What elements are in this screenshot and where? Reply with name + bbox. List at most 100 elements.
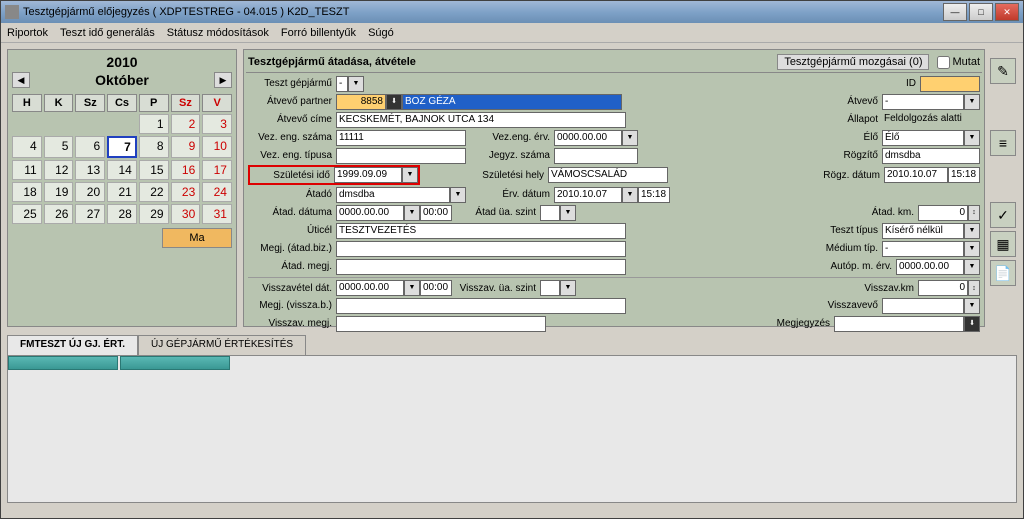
dropdown-icon[interactable]: ▼ [404, 280, 420, 296]
vez-eng-tipusa-field[interactable] [336, 148, 466, 164]
calendar-day[interactable]: 4 [12, 136, 42, 158]
dropdown-icon[interactable]: ▼ [622, 130, 638, 146]
calendar-day[interactable]: 13 [75, 160, 105, 180]
dropdown-icon[interactable]: ▼ [402, 167, 418, 183]
visszav-megj-field[interactable] [336, 316, 546, 332]
minimize-button[interactable]: — [943, 3, 967, 21]
szuletesi-hely-field[interactable]: VÁMOSCSALÁD [548, 167, 668, 183]
dropdown-icon[interactable]: ▼ [450, 187, 466, 203]
calendar-day[interactable]: 14 [107, 160, 137, 180]
tab-uj-gepjarmu[interactable]: ÚJ GÉPJÁRMŰ ÉRTÉKESÍTÉS [138, 335, 306, 355]
today-button[interactable]: Ma [162, 228, 232, 248]
atad-datuma-time[interactable]: 00:00 [420, 205, 452, 221]
atvevo-cime-field[interactable]: KECSKEMÉT, BAJNOK UTCA 134 [336, 112, 626, 128]
szuletesi-ido-field[interactable]: 1999.09.09 [334, 167, 402, 183]
calendar-day[interactable]: 20 [75, 182, 105, 202]
check-icon[interactable]: ✓ [990, 202, 1016, 228]
calendar-day[interactable]: 10 [202, 136, 232, 158]
calendar-day[interactable]: 6 [75, 136, 105, 158]
calendar-day[interactable]: 11 [12, 160, 42, 180]
atvevo-field[interactable]: - [882, 94, 964, 110]
dropdown-icon[interactable]: ▼ [560, 280, 576, 296]
calendar-day[interactable]: 24 [202, 182, 232, 202]
calendar-day-selected[interactable]: 7 [107, 136, 137, 158]
calendar-day[interactable]: 28 [107, 204, 137, 224]
calendar-day[interactable]: 22 [139, 182, 169, 202]
calendar-day[interactable]: 30 [171, 204, 201, 224]
megjegyzes-field[interactable] [834, 316, 964, 332]
calendar-day[interactable]: 16 [171, 160, 201, 180]
calendar-day[interactable]: 9 [171, 136, 201, 158]
mutat-checkbox[interactable] [937, 56, 950, 69]
calendar-day[interactable]: 23 [171, 182, 201, 202]
menu-statusz[interactable]: Státusz módosítások [167, 27, 269, 39]
calendar-day[interactable]: 27 [75, 204, 105, 224]
calendar-day[interactable]: 3 [202, 114, 232, 134]
dropdown-icon[interactable]: ▼ [964, 259, 980, 275]
calendar-day[interactable]: 21 [107, 182, 137, 202]
calendar-day[interactable]: 18 [12, 182, 42, 202]
teszt-gepjarmu-field[interactable]: - [336, 76, 348, 92]
document-icon[interactable]: 📄 [990, 260, 1016, 286]
dropdown-icon[interactable]: ▼ [560, 205, 576, 221]
elo-field[interactable]: Élő [882, 130, 964, 146]
list-icon[interactable]: ≡ [990, 130, 1016, 156]
calendar-day[interactable]: 26 [44, 204, 74, 224]
grid-icon[interactable]: ▦ [990, 231, 1016, 257]
teszt-tipus-field[interactable]: Kísérő nélkül [882, 223, 964, 239]
calendar-day[interactable]: 25 [12, 204, 42, 224]
atad-megj-field[interactable] [336, 259, 626, 275]
megjegyzes-expand-icon[interactable]: ⬇ [964, 316, 980, 332]
next-month-button[interactable]: ▶ [214, 72, 232, 88]
calendar-day[interactable]: 1 [139, 114, 169, 134]
atado-field[interactable]: dmsdba [336, 187, 450, 203]
vez-eng-szama-field[interactable]: 11111 [336, 130, 466, 146]
movements-button[interactable]: Tesztgépjármű mozgásai (0) [777, 54, 929, 70]
calendar-day[interactable]: 29 [139, 204, 169, 224]
maximize-button[interactable]: □ [969, 3, 993, 21]
visszav-ua-szint-field[interactable] [540, 280, 560, 296]
prev-month-button[interactable]: ◀ [12, 72, 30, 88]
menu-riportok[interactable]: Riportok [7, 27, 48, 39]
visszavevo-field[interactable] [882, 298, 964, 314]
dropdown-icon[interactable]: ▼ [964, 241, 980, 257]
atvevo-partner-name[interactable]: BOZ GÉZA [402, 94, 622, 110]
menu-sugo[interactable]: Súgó [368, 27, 394, 39]
atad-ua-szint-field[interactable] [540, 205, 560, 221]
medium-tip-field[interactable]: - [882, 241, 964, 257]
dropdown-icon[interactable]: ▼ [964, 130, 980, 146]
calendar-day[interactable]: 8 [139, 136, 169, 158]
calendar-day[interactable]: 15 [139, 160, 169, 180]
close-button[interactable]: ✕ [995, 3, 1019, 21]
atad-km-field[interactable]: 0 [918, 205, 968, 221]
atad-datuma-date[interactable]: 0000.00.00 [336, 205, 404, 221]
megj-atad-biz-field[interactable] [336, 241, 626, 257]
visszav-km-field[interactable]: 0 [918, 280, 968, 296]
dropdown-icon[interactable]: ▼ [964, 94, 980, 110]
menu-teszt-ido[interactable]: Teszt idő generálás [60, 27, 155, 39]
dropdown-icon[interactable]: ▼ [964, 223, 980, 239]
dropdown-icon[interactable]: ▼ [348, 76, 364, 92]
calendar-day[interactable]: 19 [44, 182, 74, 202]
dropdown-icon[interactable]: ▼ [404, 205, 420, 221]
vez-eng-erv-field[interactable]: 0000.00.00 [554, 130, 622, 146]
tab-fmteszt[interactable]: FMTESZT ÚJ GJ. ÉRT. [7, 335, 138, 355]
calendar-day[interactable]: 17 [202, 160, 232, 180]
spinner-icon[interactable]: ↕ [968, 205, 980, 221]
partner-lookup-icon[interactable]: ⬇ [386, 94, 402, 110]
calendar-day[interactable]: 31 [202, 204, 232, 224]
calendar-day[interactable]: 5 [44, 136, 74, 158]
id-field[interactable] [920, 76, 980, 92]
uticei-field[interactable]: TESZTVEZETÉS [336, 223, 626, 239]
megj-vissza-b-field[interactable] [336, 298, 626, 314]
edit-icon[interactable]: ✎ [990, 58, 1016, 84]
visszavetel-dat-date[interactable]: 0000.00.00 [336, 280, 404, 296]
atvevo-partner-code[interactable]: 8858 [336, 94, 386, 110]
erv-datum-date[interactable]: 2010.10.07 [554, 187, 622, 203]
autop-m-erv-field[interactable]: 0000.00.00 [896, 259, 964, 275]
erv-datum-time[interactable]: 15:18 [638, 187, 670, 203]
calendar-day[interactable]: 12 [44, 160, 74, 180]
visszavetel-dat-time[interactable]: 00:00 [420, 280, 452, 296]
menu-forro[interactable]: Forró billentyűk [281, 27, 356, 39]
dropdown-icon[interactable]: ▼ [964, 298, 980, 314]
